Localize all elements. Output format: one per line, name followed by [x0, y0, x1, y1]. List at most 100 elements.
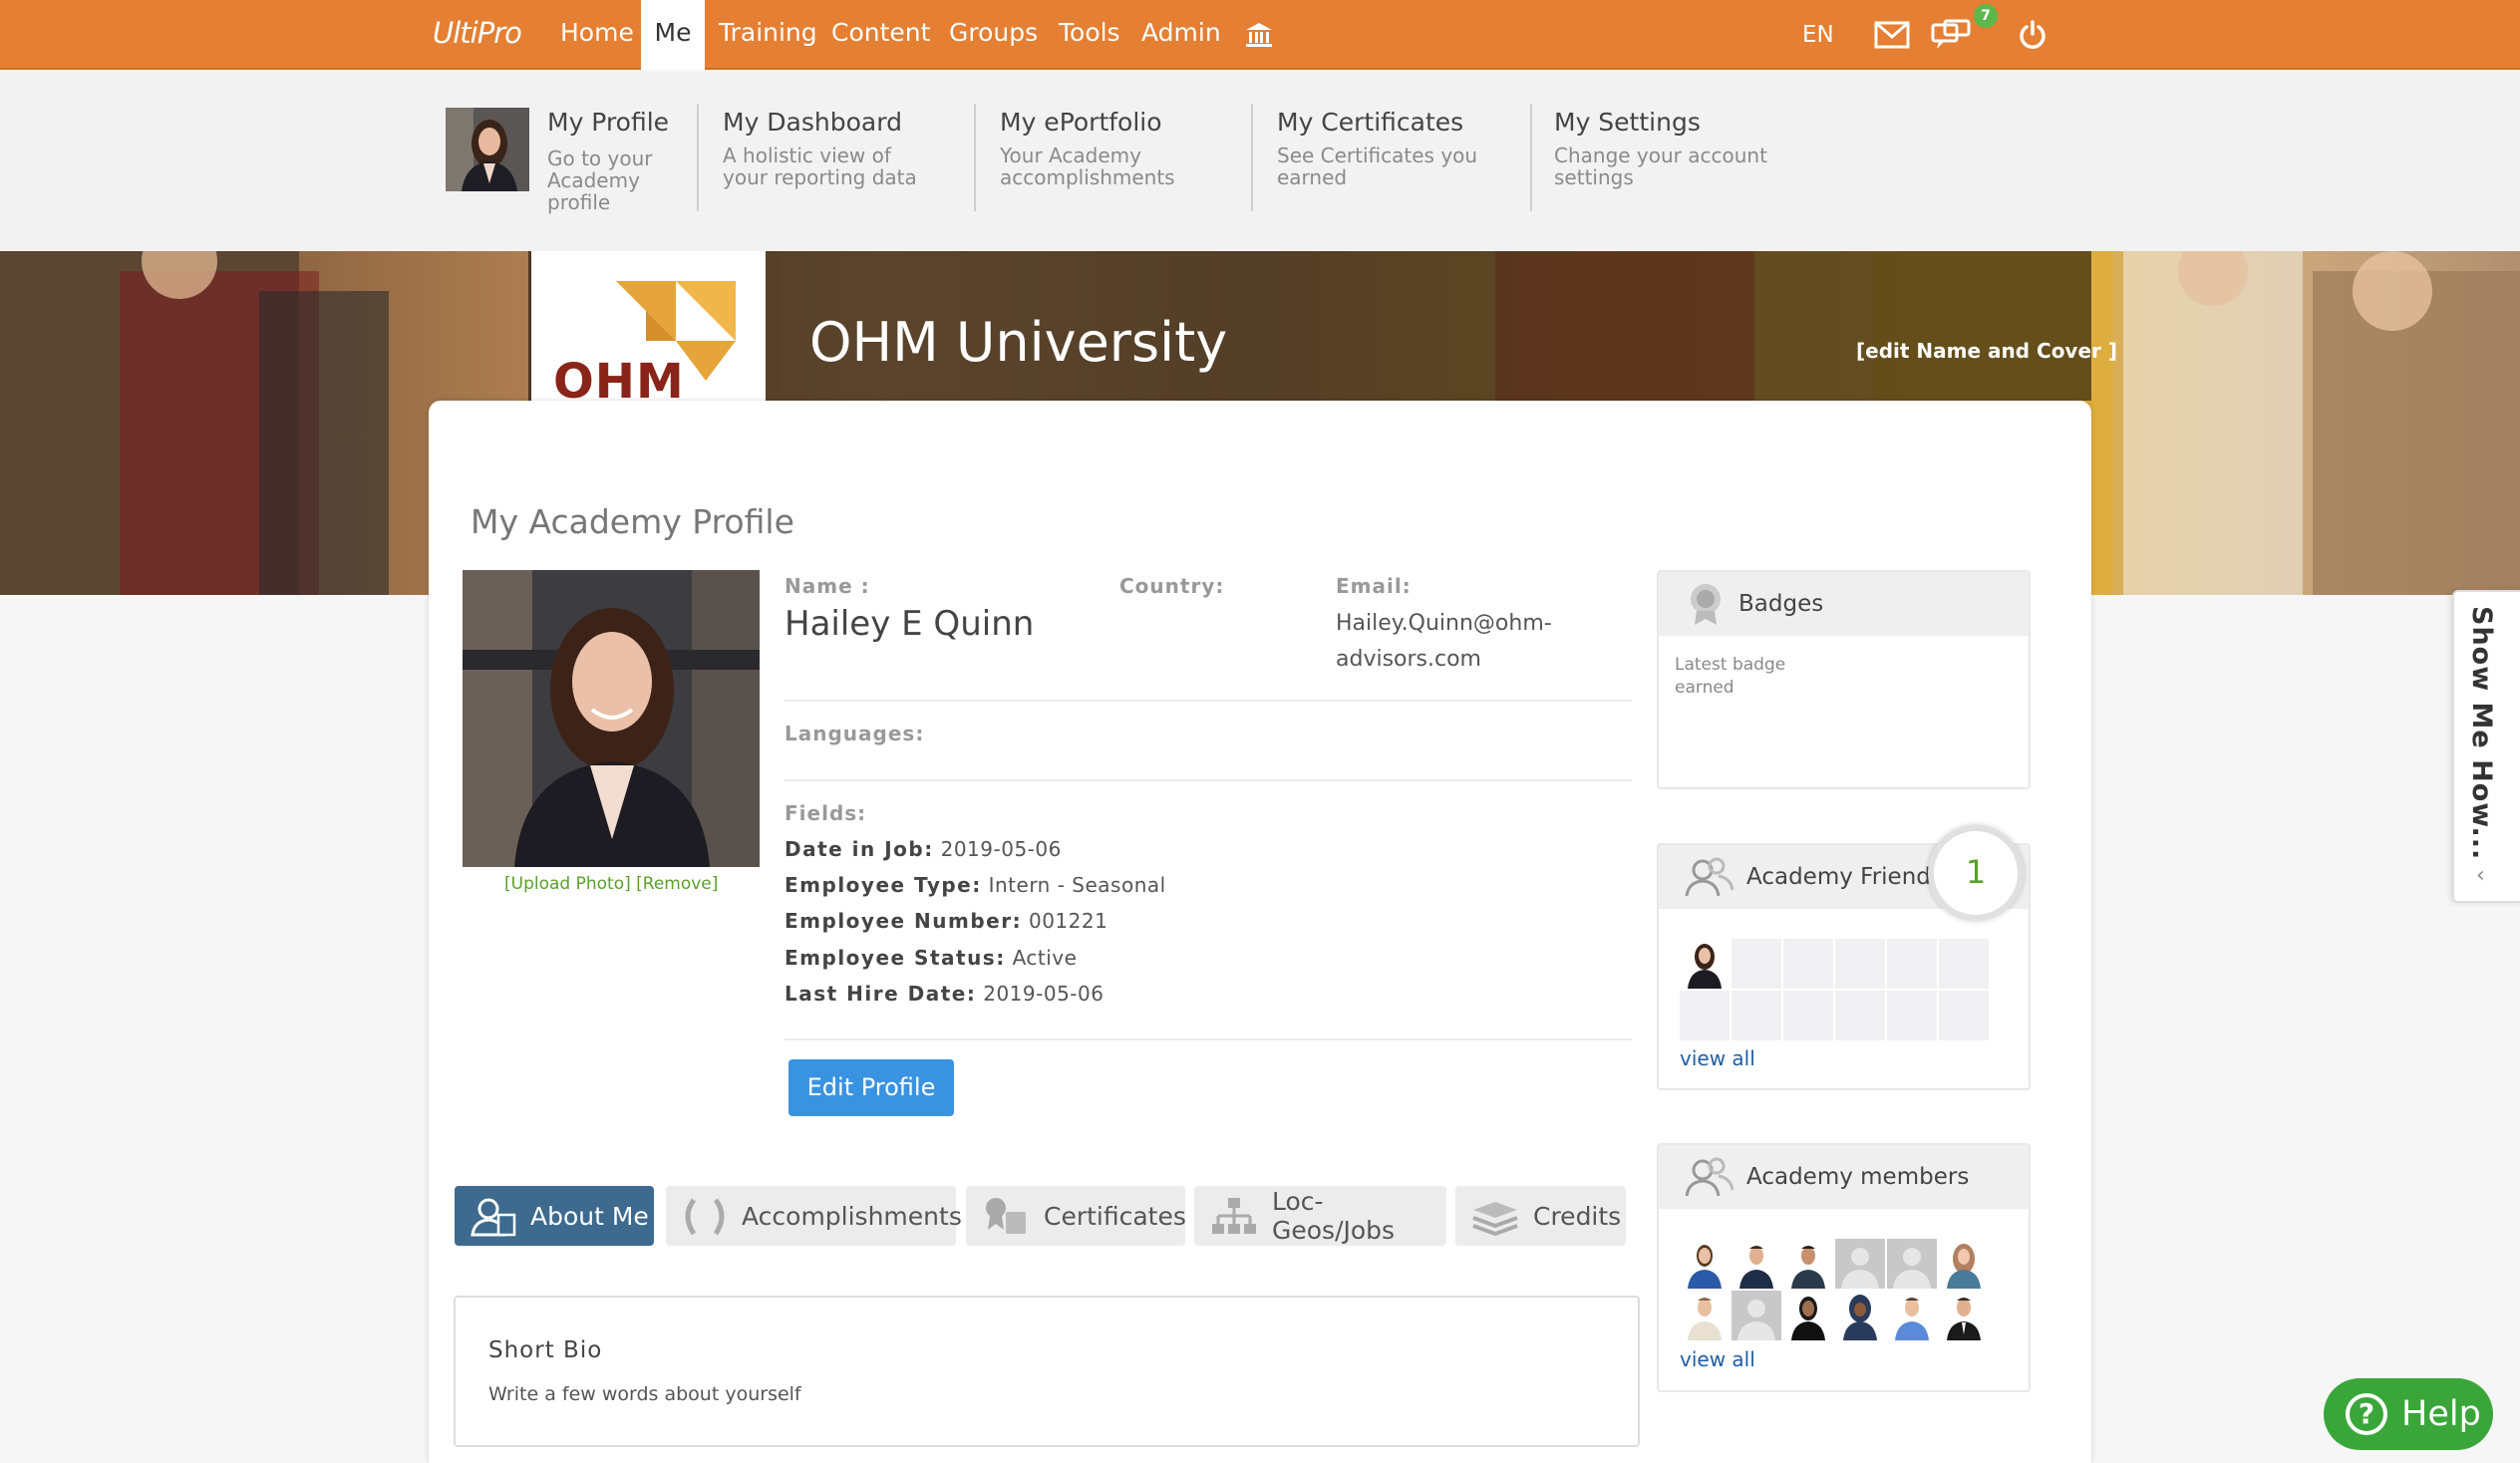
nav-me[interactable]: Me	[641, 0, 705, 70]
friends-title: Academy Friends	[1746, 864, 1943, 890]
nav-content[interactable]: Content	[831, 0, 930, 70]
submenu-title: My Profile	[547, 108, 670, 137]
field-last-hire-date: Last Hire Date: 2019-05-06	[785, 982, 1103, 1006]
friends-count-badge: 1	[1928, 825, 2024, 921]
empty-slot	[1732, 991, 1781, 1040]
tab-label: Loc-Geos/Jobs	[1272, 1187, 1396, 1245]
member-avatar[interactable]	[1680, 1239, 1730, 1289]
divider	[785, 1038, 1632, 1040]
laurel-icon	[680, 1194, 730, 1238]
empty-slot	[1783, 939, 1833, 989]
edit-profile-button[interactable]: Edit Profile	[788, 1059, 954, 1116]
stack-icon	[1469, 1194, 1521, 1238]
field-label: Last Hire Date:	[785, 982, 977, 1006]
member-avatar[interactable]	[1680, 1291, 1730, 1340]
field-value: Intern - Seasonal	[988, 873, 1166, 897]
submenu-divider	[1251, 104, 1253, 211]
submenu-divider	[697, 104, 699, 211]
member-avatar[interactable]	[1939, 1291, 1989, 1340]
members-view-all-link[interactable]: view all	[1680, 1347, 1755, 1371]
university-name: OHM University	[809, 311, 1228, 374]
chevron-left-icon[interactable]: ‹	[2476, 863, 2485, 888]
field-label: Employee Status:	[785, 946, 1006, 970]
brand-logo[interactable]: UltiPro	[433, 16, 522, 50]
profile-thumbnail[interactable]	[446, 108, 529, 191]
user-card-icon	[469, 1195, 518, 1237]
member-avatar[interactable]	[1783, 1291, 1833, 1340]
field-label: Employee Type:	[785, 873, 982, 897]
field-label: Employee Number:	[785, 909, 1023, 933]
tab-label: Certificates	[1044, 1201, 1186, 1231]
question-icon: ?	[2346, 1393, 2387, 1435]
nav-training[interactable]: Training	[719, 0, 817, 70]
nav-groups[interactable]: Groups	[949, 0, 1038, 70]
member-avatar-placeholder[interactable]	[1732, 1291, 1781, 1340]
submenu-my-settings[interactable]: My Settings Change your account settings	[1554, 108, 1773, 247]
submenu-my-dashboard[interactable]: My Dashboard A holistic view of your rep…	[723, 108, 942, 247]
profile-name: Hailey E Quinn	[785, 604, 1035, 644]
short-bio-panel	[454, 1296, 1640, 1447]
friends-grid	[1680, 939, 1989, 1040]
submenu-desc: A holistic view of your reporting data	[723, 144, 917, 189]
name-label: Name :	[785, 574, 870, 598]
empty-slot	[1835, 991, 1885, 1040]
upload-remove-photo-link[interactable]: [Upload Photo] [Remove]	[504, 874, 718, 894]
language-selector[interactable]: EN	[1802, 0, 1834, 70]
submenu-desc: Change your account settings	[1554, 144, 1767, 189]
power-icon[interactable]	[2018, 0, 2048, 70]
help-button[interactable]: ? Help	[2324, 1378, 2493, 1450]
member-avatar-placeholder[interactable]	[1835, 1239, 1885, 1289]
field-label: Date in Job:	[785, 837, 934, 861]
badges-widget: Badges Latest badge earned	[1657, 570, 2031, 789]
nav-home[interactable]: Home	[560, 0, 634, 70]
tab-credits[interactable]: Credits	[1455, 1186, 1626, 1246]
tab-accomplishments[interactable]: Accomplishments	[666, 1186, 962, 1246]
institution-icon[interactable]	[1244, 0, 1274, 70]
submenu-my-certificates[interactable]: My Certificates See Certificates you ear…	[1277, 108, 1496, 247]
members-title: Academy members	[1746, 1164, 1970, 1190]
friends-view-all-link[interactable]: view all	[1680, 1046, 1755, 1070]
chat-icon[interactable]	[1931, 0, 1971, 70]
tab-certificates[interactable]: Certificates	[966, 1186, 1186, 1246]
divider	[785, 700, 1632, 702]
tab-loc-geos-jobs[interactable]: Loc-Geos/Jobs	[1194, 1186, 1446, 1246]
help-label: Help	[2401, 1394, 2481, 1434]
badges-header: Badges	[1659, 572, 2029, 636]
member-avatar-placeholder[interactable]	[1887, 1239, 1937, 1289]
empty-slot	[1783, 991, 1833, 1040]
mail-icon[interactable]	[1874, 0, 1910, 70]
me-submenu	[0, 72, 2520, 251]
submenu-desc-text: Go to your Academy profile	[547, 146, 653, 214]
badge-icon	[1685, 581, 1727, 627]
member-avatar[interactable]	[1887, 1291, 1937, 1340]
field-employee-type: Employee Type: Intern - Seasonal	[785, 873, 1166, 897]
tab-about-me[interactable]: About Me	[455, 1186, 654, 1246]
nav-tools[interactable]: Tools	[1059, 0, 1120, 70]
submenu-my-eportfolio[interactable]: My ePortfolio Your Academy accomplishmen…	[1000, 108, 1219, 247]
submenu-desc: Your Academy accomplishments	[1000, 144, 1175, 189]
friend-avatar[interactable]	[1680, 939, 1730, 989]
submenu-divider	[1530, 104, 1532, 211]
nav-admin[interactable]: Admin	[1141, 0, 1221, 70]
fields-label: Fields:	[785, 801, 867, 825]
empty-slot	[1887, 991, 1937, 1040]
empty-slot	[1835, 939, 1885, 989]
member-avatar[interactable]	[1732, 1239, 1781, 1289]
members-grid	[1680, 1239, 1989, 1340]
submenu-desc: See Certificates you earned	[1277, 144, 1478, 189]
show-me-how-label[interactable]: Show Me How...	[2466, 606, 2497, 860]
member-avatar[interactable]	[1939, 1239, 1989, 1289]
profile-email: Hailey.Quinn@ohm-advisors.com	[1336, 611, 1552, 672]
email-label: Email:	[1336, 574, 1412, 598]
empty-slot	[1680, 991, 1730, 1040]
short-bio-text[interactable]: Write a few words about yourself	[488, 1383, 801, 1405]
member-avatar[interactable]	[1835, 1291, 1885, 1340]
notification-badge: 7	[1974, 4, 1998, 28]
member-avatar[interactable]	[1783, 1239, 1833, 1289]
empty-slot	[1939, 991, 1989, 1040]
edit-cover-link[interactable]: [edit Name and Cover ]	[1856, 339, 2117, 363]
submenu-desc: Go to your Academy profile	[547, 147, 667, 213]
org-chart-icon	[1208, 1194, 1260, 1238]
submenu-title: My Dashboard	[723, 108, 902, 137]
tab-label: About Me	[530, 1201, 649, 1231]
